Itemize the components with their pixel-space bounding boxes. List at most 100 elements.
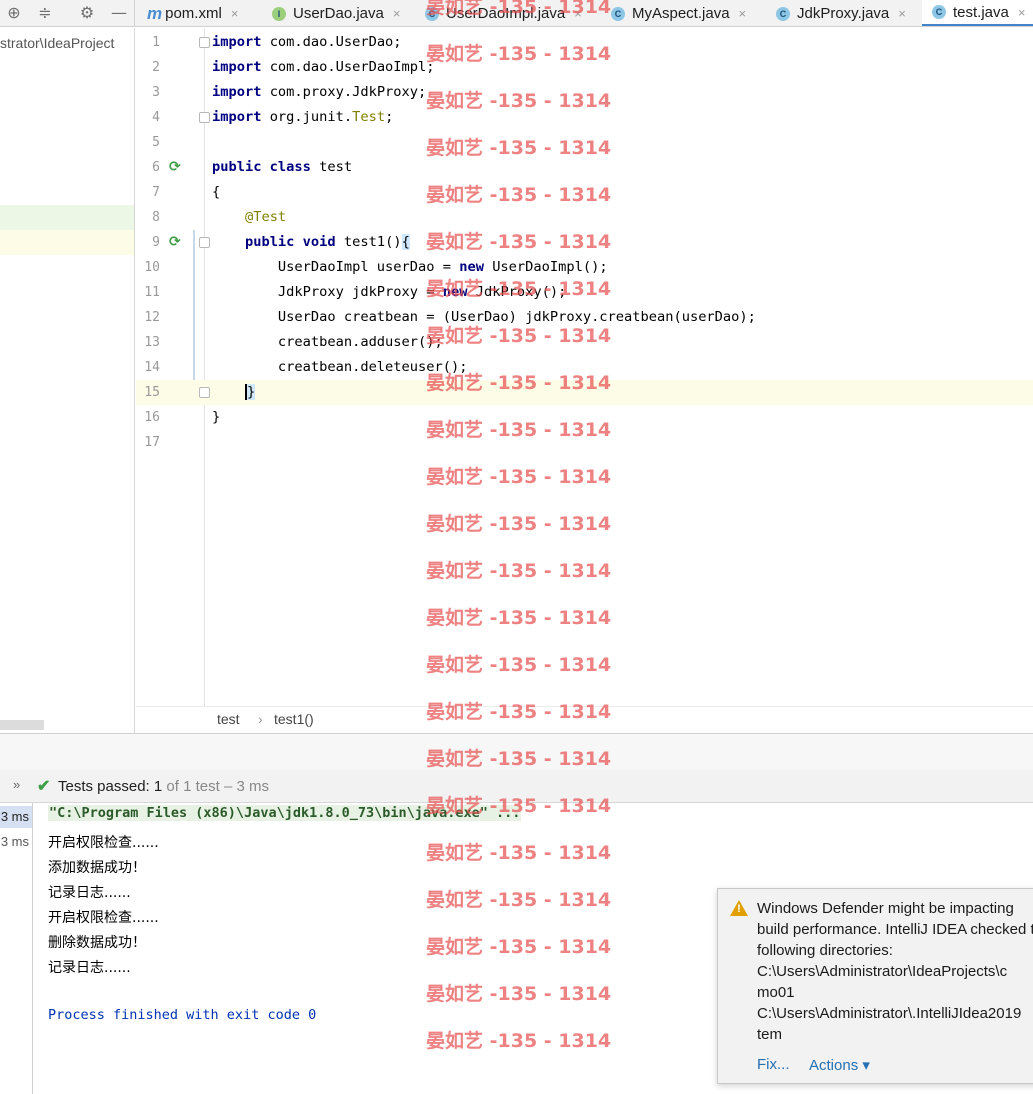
- code-line[interactable]: 17: [136, 430, 1033, 455]
- line-number: 14: [144, 360, 160, 375]
- fold-icon[interactable]: [199, 387, 210, 398]
- interface-icon: I: [272, 6, 286, 21]
- test-tree-item[interactable]: 3 ms: [0, 806, 32, 828]
- line-number: 7: [152, 185, 160, 200]
- editor-tab-bar: ⊕ ≑ ⚙ — m pom.xml × I UserDao.java × C U…: [0, 0, 1033, 27]
- project-panel: strator\IdeaProject: [0, 28, 135, 734]
- console-line: 记录日志......: [48, 885, 131, 901]
- notification-text: mo01: [757, 984, 795, 1001]
- code-text: import com.dao.UserDaoImpl;: [212, 59, 435, 75]
- console-exit-line: Process finished with exit code 0: [48, 1007, 317, 1023]
- code-line[interactable]: 9 ⟳ public void test1(){: [136, 230, 1033, 255]
- console-line: 开启权限检查......: [48, 910, 159, 926]
- code-line[interactable]: 13 creatbean.adduser();: [136, 330, 1033, 355]
- line-number: 16: [144, 410, 160, 425]
- code-line[interactable]: 6 ⟳ public class test: [136, 155, 1033, 180]
- line-number: 9: [152, 235, 160, 250]
- breadcrumb-class[interactable]: test: [217, 711, 240, 727]
- console-line: 记录日志......: [48, 960, 131, 976]
- code-text: creatbean.deleteuser();: [212, 359, 468, 375]
- code-line[interactable]: 3 import com.proxy.JdkProxy;: [136, 80, 1033, 105]
- breadcrumb-method[interactable]: test1(): [274, 711, 314, 727]
- tab-label: test.java: [953, 3, 1009, 21]
- close-icon[interactable]: ×: [1018, 5, 1026, 20]
- code-editor[interactable]: 1 import com.dao.UserDao; 2 import com.d…: [136, 28, 1033, 706]
- hide-icon[interactable]: —: [109, 4, 129, 22]
- code-line[interactable]: 7 {: [136, 180, 1033, 205]
- tab-label: UserDao.java: [293, 5, 384, 22]
- code-text: UserDaoImpl userDao = new UserDaoImpl();: [212, 259, 608, 275]
- code-text: @Test: [244, 209, 287, 225]
- tab-myaspect[interactable]: C MyAspect.java ×: [611, 0, 747, 26]
- code-line[interactable]: 12 UserDao creatbean = (UserDao) jdkProx…: [136, 305, 1033, 330]
- code-text: {: [212, 184, 221, 200]
- close-icon[interactable]: ×: [393, 6, 401, 21]
- windows-defender-notification[interactable]: ! Windows Defender might be impacting bu…: [717, 888, 1033, 1084]
- console-line: 添加数据成功！: [48, 860, 146, 876]
- project-toolbar: ⊕ ≑ ⚙ —: [0, 0, 135, 26]
- maven-icon: m: [147, 3, 163, 23]
- tab-jdkproxy[interactable]: C JdkProxy.java ×: [776, 0, 906, 26]
- code-text: }: [212, 409, 221, 425]
- line-number: 5: [152, 135, 160, 150]
- code-line[interactable]: 10 UserDaoImpl userDao = new UserDaoImpl…: [136, 255, 1033, 280]
- code-text: }: [244, 384, 256, 400]
- tab-label: pom.xml: [165, 5, 222, 22]
- run-test-icon[interactable]: ⟳: [169, 155, 181, 180]
- run-panel-header: [0, 734, 1033, 770]
- horizontal-scrollbar[interactable]: [0, 720, 44, 730]
- line-number: 11: [144, 285, 160, 300]
- class-icon: C: [425, 6, 439, 21]
- code-line-current[interactable]: 15 }: [136, 380, 1033, 405]
- close-icon[interactable]: ×: [739, 6, 747, 21]
- code-text: public class test: [212, 159, 353, 175]
- breadcrumb-separator: ›: [258, 711, 263, 727]
- tab-label: MyAspect.java: [632, 5, 730, 22]
- run-test-icon[interactable]: ⟳: [169, 230, 181, 255]
- close-icon[interactable]: ×: [574, 6, 582, 21]
- close-icon[interactable]: ×: [231, 6, 239, 21]
- code-line[interactable]: 16 }: [136, 405, 1033, 430]
- tab-label: JdkProxy.java: [797, 5, 890, 22]
- tab-test-java[interactable]: C test.java ×: [922, 0, 1033, 26]
- collapse-icon[interactable]: ≑: [35, 4, 55, 22]
- code-line[interactable]: 11 JdkProxy jdkProxy = new JdkProxy();: [136, 280, 1033, 305]
- project-path[interactable]: strator\IdeaProject: [0, 35, 114, 51]
- code-line[interactable]: 5: [136, 130, 1033, 155]
- console-line: 删除数据成功！: [48, 935, 146, 951]
- notification-text: tem: [757, 1026, 783, 1043]
- line-number: 12: [144, 310, 160, 325]
- tab-userdao[interactable]: I UserDao.java ×: [272, 0, 401, 26]
- code-text: public void test1(){: [244, 234, 410, 250]
- class-icon: C: [611, 6, 625, 21]
- locate-icon[interactable]: ⊕: [4, 4, 24, 22]
- code-line[interactable]: 2 import com.dao.UserDaoImpl;: [136, 55, 1033, 80]
- line-number: 8: [152, 210, 160, 225]
- status-label: Tests passed:: [58, 778, 150, 795]
- fold-icon[interactable]: [199, 37, 210, 48]
- test-tree-item[interactable]: 3 ms: [0, 831, 32, 853]
- line-number: 3: [152, 85, 160, 100]
- notification-text: build performance. IntelliJ IDEA checked…: [757, 921, 1033, 938]
- project-row-highlight[interactable]: [0, 205, 134, 230]
- warning-mark: !: [737, 903, 741, 915]
- code-line[interactable]: 1 import com.dao.UserDao;: [136, 30, 1033, 55]
- expand-icon[interactable]: »: [13, 777, 20, 792]
- code-line[interactable]: 4 import org.junit.Test;: [136, 105, 1033, 130]
- tab-userdaoimpl[interactable]: C UserDaoImpl.java ×: [425, 0, 582, 26]
- notification-text: C:\Users\Administrator\.IntelliJIdea2019: [757, 1005, 1022, 1022]
- code-line[interactable]: 8 @Test: [136, 205, 1033, 230]
- tab-pom-xml[interactable]: m pom.xml ×: [147, 0, 239, 26]
- fix-link[interactable]: Fix...: [757, 1056, 790, 1073]
- console-command: "C:\Program Files (x86)\Java\jdk1.8.0_73…: [48, 805, 522, 821]
- code-line[interactable]: 14 creatbean.deleteuser();: [136, 355, 1033, 380]
- test-class-icon: C: [932, 5, 946, 19]
- actions-dropdown[interactable]: Actions ▾: [809, 1056, 870, 1074]
- close-icon[interactable]: ×: [898, 6, 906, 21]
- line-number: 4: [152, 110, 160, 125]
- test-status: Tests passed: 1 of 1 test – 3 ms: [58, 778, 269, 795]
- gear-icon[interactable]: ⚙: [77, 4, 97, 22]
- fold-icon[interactable]: [199, 237, 210, 248]
- project-row-selected[interactable]: [0, 230, 134, 255]
- fold-icon[interactable]: [199, 112, 210, 123]
